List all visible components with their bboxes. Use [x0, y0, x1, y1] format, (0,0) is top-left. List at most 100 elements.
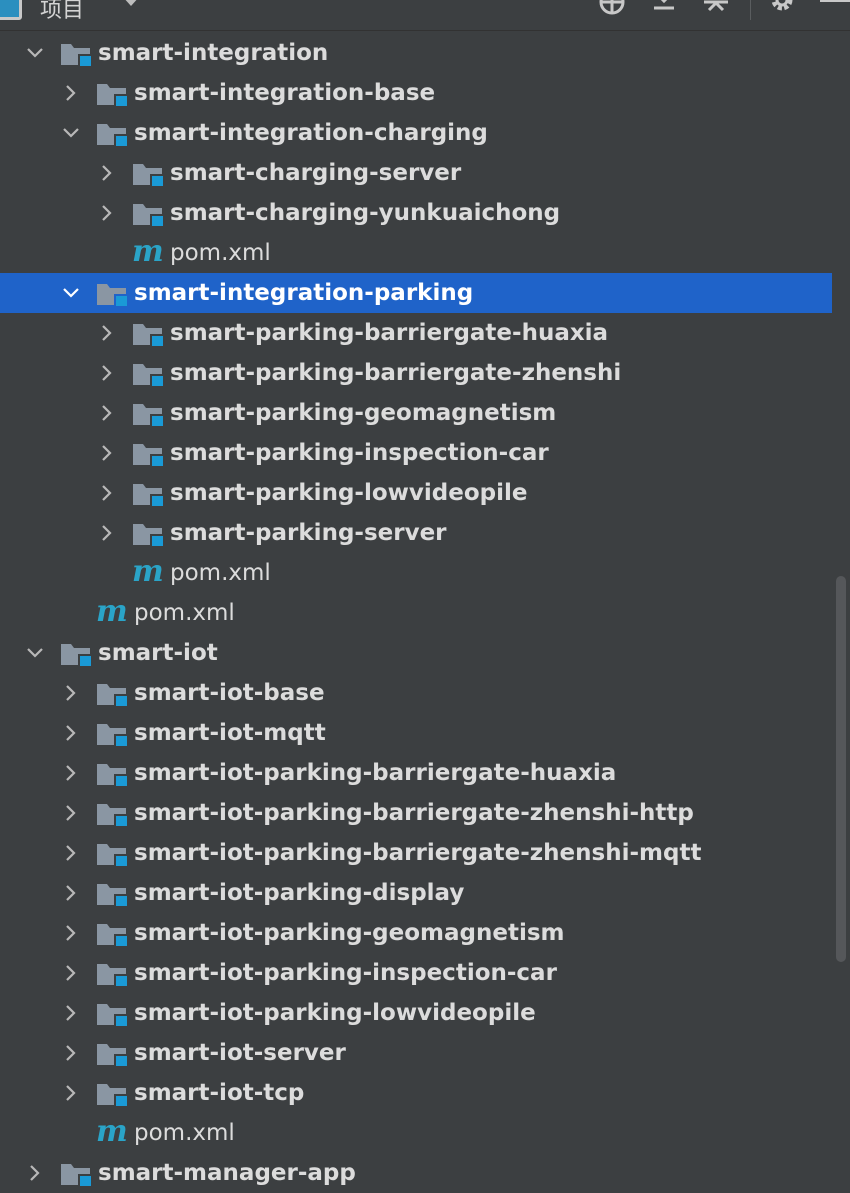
chevron-right-icon[interactable]: [24, 1153, 46, 1193]
tree-item-label: smart-iot-mqtt: [134, 720, 326, 746]
chevron-right-icon[interactable]: [96, 473, 118, 513]
tree-module-row[interactable]: smart-iot-parking-geomagnetism: [0, 913, 850, 953]
chevron-right-icon[interactable]: [96, 513, 118, 553]
chevron-right-icon[interactable]: [96, 433, 118, 473]
tree-module-row[interactable]: smart-iot-mqtt: [0, 713, 850, 753]
chevron-down-icon[interactable]: [60, 273, 82, 313]
tree-module-row[interactable]: smart-iot-parking-display: [0, 873, 850, 913]
tree-module-row[interactable]: smart-parking-server: [0, 513, 850, 553]
tree-file-row[interactable]: m pom.xml: [0, 233, 850, 273]
tree-item-label: smart-iot-parking-barriergate-huaxia: [134, 760, 617, 786]
tree-module-row[interactable]: smart-iot-parking-barriergate-zhenshi-ht…: [0, 793, 850, 833]
tree-item-label: smart-iot-parking-inspection-car: [134, 960, 557, 986]
tree-file-row[interactable]: m pom.xml: [0, 553, 850, 593]
tree-item-label: smart-parking-barriergate-zhenshi: [170, 360, 622, 386]
tree-item-label: smart-integration-charging: [134, 120, 488, 146]
module-folder-icon: [61, 1164, 92, 1187]
chevron-right-icon[interactable]: [96, 193, 118, 233]
chevron-down-icon[interactable]: [24, 33, 46, 73]
maven-icon: m: [132, 234, 164, 269]
chevron-right-icon[interactable]: [60, 1073, 82, 1113]
project-view-title[interactable]: 项目: [40, 0, 84, 24]
tree-module-row[interactable]: smart-iot-base: [0, 673, 850, 713]
module-folder-icon: [61, 644, 92, 667]
module-folder-icon: [133, 204, 164, 227]
module-folder-icon: [97, 1004, 128, 1027]
tree-module-row[interactable]: smart-iot-parking-lowvideopile: [0, 993, 850, 1033]
tree-item-label: pom.xml: [134, 600, 235, 626]
chevron-right-icon[interactable]: [60, 793, 82, 833]
module-folder-icon: [133, 404, 164, 427]
tree-module-row[interactable]: smart-integration: [0, 33, 850, 73]
tree-file-row[interactable]: m pom.xml: [0, 593, 850, 633]
tree-item-label: smart-parking-geomagnetism: [170, 400, 557, 426]
toolbar-divider: [750, 0, 751, 20]
maven-icon: m: [96, 594, 128, 629]
chevron-right-icon[interactable]: [60, 953, 82, 993]
module-folder-icon: [97, 1044, 128, 1067]
chevron-right-icon[interactable]: [60, 753, 82, 793]
chevron-right-icon[interactable]: [60, 993, 82, 1033]
vertical-scrollbar[interactable]: [836, 576, 846, 962]
tree-item-label: pom.xml: [170, 240, 271, 266]
tree-item-label: smart-iot-parking-geomagnetism: [134, 920, 565, 946]
module-folder-icon: [97, 924, 128, 947]
chevron-right-icon[interactable]: [96, 313, 118, 353]
module-folder-icon: [97, 844, 128, 867]
tree-item-label: smart-iot-base: [134, 680, 325, 706]
module-folder-icon: [61, 44, 92, 67]
hide-panel-icon[interactable]: [820, 0, 850, 10]
module-folder-icon: [97, 884, 128, 907]
tree-module-row[interactable]: smart-manager-app: [0, 1153, 850, 1193]
module-folder-icon: [133, 524, 164, 547]
tree-item-label: smart-iot-tcp: [134, 1080, 305, 1106]
tree-module-row[interactable]: smart-charging-server: [0, 153, 850, 193]
maven-icon: m: [96, 1114, 128, 1149]
chevron-down-icon[interactable]: [122, 0, 140, 6]
target-icon[interactable]: [596, 0, 628, 22]
tree-module-row[interactable]: smart-parking-lowvideopile: [0, 473, 850, 513]
chevron-right-icon[interactable]: [60, 673, 82, 713]
chevron-right-icon[interactable]: [96, 153, 118, 193]
tree-item-label: smart-charging-server: [170, 160, 462, 186]
tree-module-row[interactable]: smart-iot-parking-barriergate-huaxia: [0, 753, 850, 793]
chevron-right-icon[interactable]: [60, 1033, 82, 1073]
chevron-right-icon[interactable]: [60, 833, 82, 873]
module-folder-icon: [97, 684, 128, 707]
tree-item-label: smart-parking-server: [170, 520, 447, 546]
tree-item-label: smart-parking-inspection-car: [170, 440, 549, 466]
chevron-right-icon[interactable]: [60, 73, 82, 113]
tree-module-row[interactable]: smart-integration-charging: [0, 113, 850, 153]
chevron-right-icon[interactable]: [96, 353, 118, 393]
tree-module-row[interactable]: smart-charging-yunkuaichong: [0, 193, 850, 233]
tree-module-row[interactable]: smart-parking-barriergate-huaxia: [0, 313, 850, 353]
collapse-all-icon[interactable]: [700, 0, 732, 22]
project-view-icon[interactable]: [0, 0, 22, 20]
maven-icon: m: [132, 554, 164, 589]
tree-module-row[interactable]: smart-iot-tcp: [0, 1073, 850, 1113]
module-folder-icon: [97, 84, 128, 107]
tree-module-row[interactable]: smart-parking-geomagnetism: [0, 393, 850, 433]
tree-item-label: smart-parking-barriergate-huaxia: [170, 320, 609, 346]
tree-module-row[interactable]: smart-iot-parking-barriergate-zhenshi-mq…: [0, 833, 850, 873]
tree-module-row[interactable]: smart-iot-parking-inspection-car: [0, 953, 850, 993]
chevron-right-icon[interactable]: [60, 713, 82, 753]
tree-file-row[interactable]: m pom.xml: [0, 1113, 850, 1153]
module-folder-icon: [97, 964, 128, 987]
tree-module-row[interactable]: smart-integration-parking: [0, 273, 832, 313]
tree-module-row[interactable]: smart-parking-inspection-car: [0, 433, 850, 473]
tree-item-label: pom.xml: [170, 560, 271, 586]
tree-module-row[interactable]: smart-iot: [0, 633, 850, 673]
chevron-right-icon[interactable]: [60, 873, 82, 913]
chevron-right-icon[interactable]: [96, 393, 118, 433]
tree-item-label: smart-iot-parking-display: [134, 880, 465, 906]
project-tree: smart-integration smart-integration-base s…: [0, 33, 850, 1193]
expand-all-icon[interactable]: [648, 0, 680, 22]
chevron-down-icon[interactable]: [60, 113, 82, 153]
gear-icon[interactable]: [766, 0, 798, 22]
tree-module-row[interactable]: smart-iot-server: [0, 1033, 850, 1073]
tree-module-row[interactable]: smart-integration-base: [0, 73, 850, 113]
chevron-down-icon[interactable]: [24, 633, 46, 673]
chevron-right-icon[interactable]: [60, 913, 82, 953]
tree-module-row[interactable]: smart-parking-barriergate-zhenshi: [0, 353, 850, 393]
